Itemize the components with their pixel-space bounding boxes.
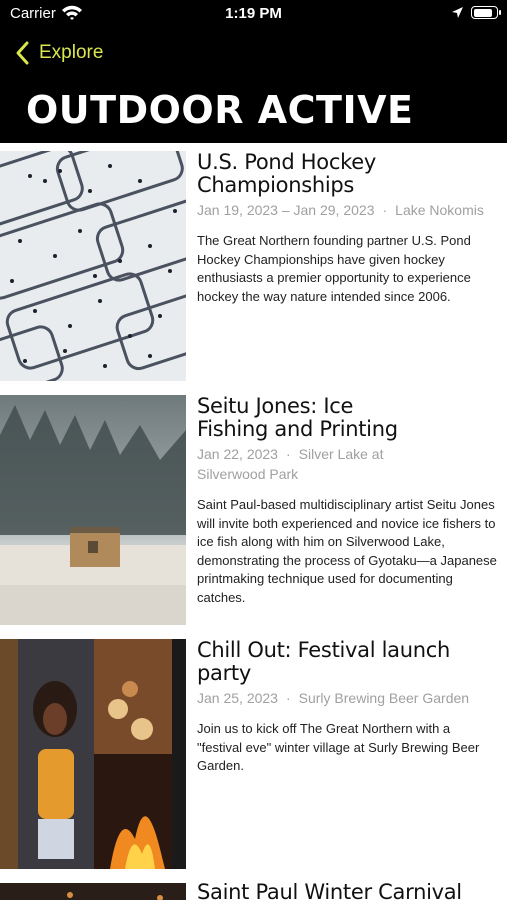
- event-meta: Jan 22, 2023 · Silver Lake at Silverwood P…: [197, 446, 384, 482]
- location-arrow-icon: [452, 7, 463, 18]
- event-title: Saint Paul Winter Carnival: [197, 883, 462, 900]
- header: Carrier 1:19 PM Explore OUTDOOR ACTIVE: [0, 0, 507, 143]
- battery-icon: [471, 6, 501, 19]
- event-title: Seitu Jones: Ice Fishing and Printing: [197, 394, 398, 441]
- event-image: [0, 883, 186, 900]
- event-date: Jan 25, 2023: [197, 690, 278, 706]
- event-meta: Jan 25, 2023 · Surly Brewing Beer Garden: [197, 690, 470, 706]
- back-label: Explore: [39, 42, 104, 63]
- event-location: Surly Brewing Beer Garden: [298, 690, 470, 706]
- event-image: [0, 395, 186, 625]
- chevron-left-icon: [16, 41, 29, 65]
- event-title: U.S. Pond Hockey Championships: [197, 150, 376, 197]
- back-button[interactable]: Explore: [14, 38, 103, 68]
- event-image: [0, 151, 186, 381]
- event-location: Lake Nokomis: [395, 202, 484, 218]
- event-meta: Jan 19, 2023 – Jan 29, 2023 · Lake Nokomis: [197, 202, 484, 218]
- event-image: [0, 639, 186, 869]
- event-date: Jan 22, 2023: [197, 446, 278, 462]
- event-date: Jan 19, 2023 – Jan 29, 2023: [197, 202, 375, 218]
- battery-level: [473, 8, 493, 17]
- event-description: Join us to kick off The Great Northern w…: [197, 721, 480, 773]
- status-bar: Carrier 1:19 PM: [0, 0, 507, 28]
- event-description: The Great Northern founding partner U.S.…: [197, 233, 471, 304]
- event-description: Saint Paul-based multidisciplinary artis…: [197, 497, 497, 605]
- clock: 1:19 PM: [225, 5, 282, 22]
- page-title: OUTDOOR ACTIVE: [26, 88, 414, 132]
- event-title: Chill Out: Festival launch party: [197, 638, 451, 685]
